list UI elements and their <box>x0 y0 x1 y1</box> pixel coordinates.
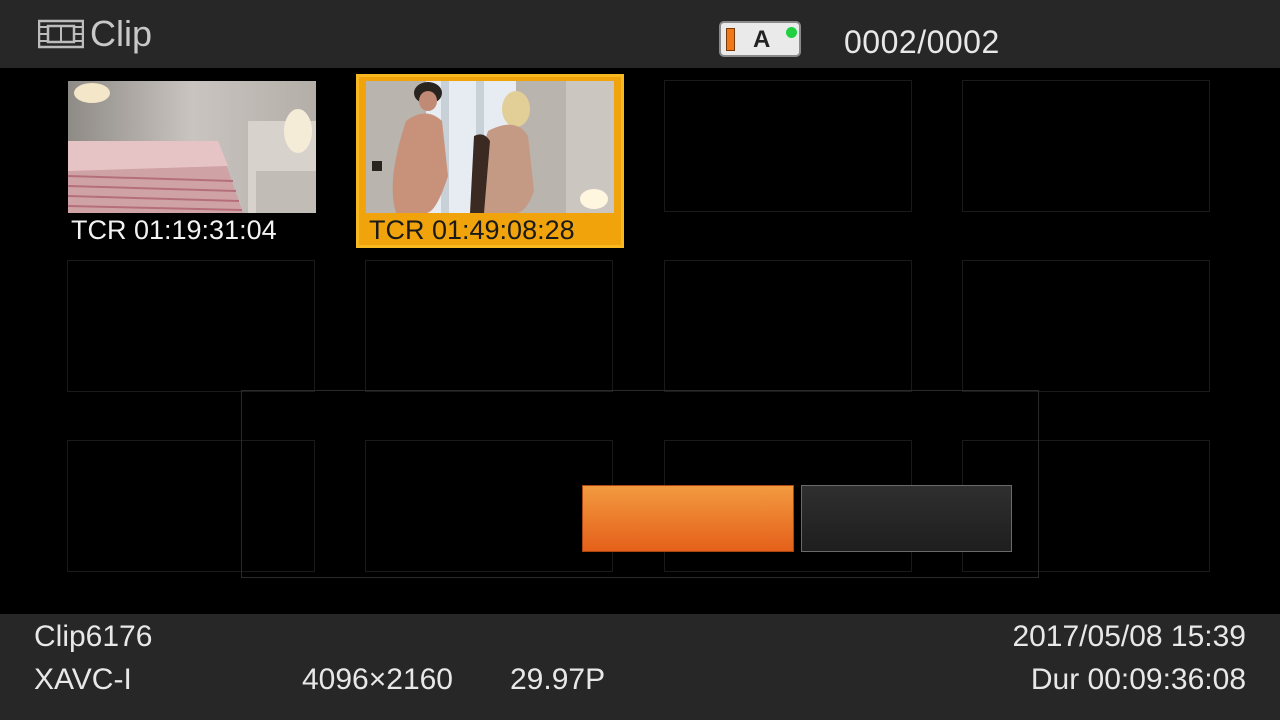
empty-clip-slot <box>962 260 1210 392</box>
media-slot-label: A <box>753 26 771 53</box>
clip-item-selected[interactable]: TCR 01:49:08:28 <box>356 74 624 248</box>
bedroom-thumbnail-image <box>68 81 316 213</box>
clip-datetime: 2017/05/08 15:39 <box>1012 620 1246 653</box>
clip-info-bar: Clip6176 XAVC-I 4096×2160 29.97P 2017/05… <box>0 614 1280 720</box>
clip-timecode: TCR 01:49:08:28 <box>369 215 575 245</box>
clip-name: Clip6176 <box>34 620 153 653</box>
indoor-scene-thumbnail-image <box>366 81 614 213</box>
cancel-button[interactable] <box>801 485 1012 552</box>
clip-counter: 0002/0002 <box>844 24 1000 60</box>
clip-timecode: TCR 01:19:31:04 <box>71 215 277 245</box>
film-strip-icon <box>38 19 84 49</box>
top-bar: Clip A 0002/0002 <box>0 0 1280 68</box>
empty-clip-slot <box>962 80 1210 212</box>
clip-browser-screen: Clip A 0002/0002 TCR 01:19:31:04 TCR 01:… <box>0 0 1280 720</box>
clip-codec: XAVC-I <box>34 663 132 696</box>
clip-frame-rate: 29.97P <box>510 663 606 696</box>
clip-resolution: 4096×2160 <box>302 663 453 696</box>
empty-clip-slot <box>365 260 613 392</box>
title-area: Clip <box>38 14 152 54</box>
clip-duration: Dur 00:09:36:08 <box>1030 663 1246 696</box>
media-status-dot <box>786 27 797 38</box>
page-title: Clip <box>90 13 153 54</box>
confirm-button[interactable] <box>582 485 794 552</box>
empty-clip-slot <box>67 260 315 392</box>
media-capacity-bar <box>726 28 735 51</box>
clip-thumbnail[interactable] <box>366 81 614 213</box>
empty-clip-slot <box>664 80 912 212</box>
media-slot-indicator: A <box>719 21 801 57</box>
clip-thumbnail[interactable] <box>68 81 316 213</box>
empty-clip-slot <box>664 260 912 392</box>
